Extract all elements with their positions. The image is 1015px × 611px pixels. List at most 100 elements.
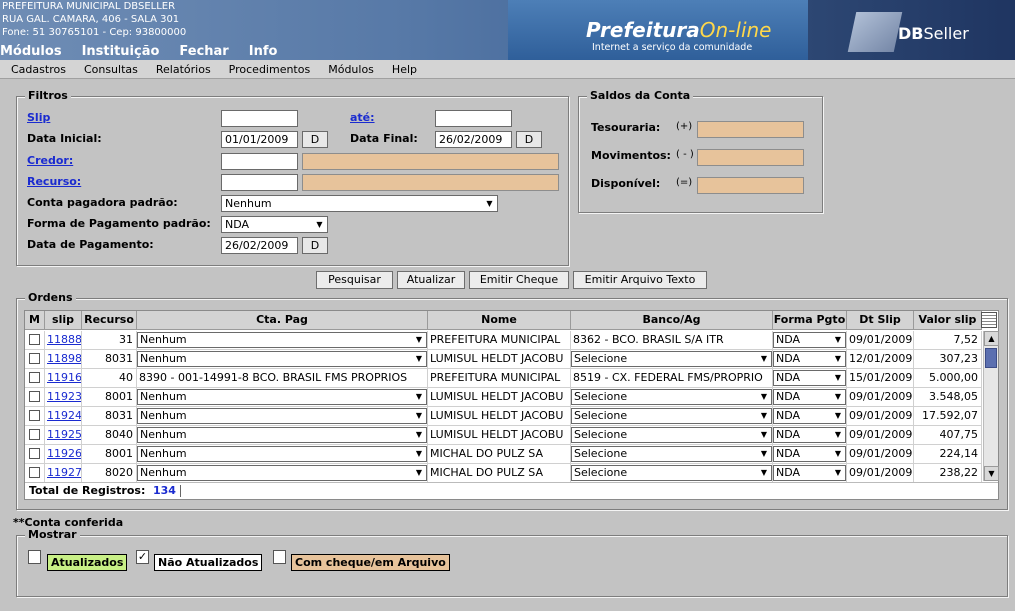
row-checkbox[interactable] bbox=[29, 353, 40, 364]
nome-cell: PREFEITURA MUNICIPAL bbox=[428, 369, 571, 388]
data-final-input[interactable]: 26/02/2009 bbox=[435, 131, 512, 148]
col-recurso-header[interactable]: Recurso bbox=[82, 311, 137, 330]
emitir-cheque-button[interactable]: Emitir Cheque bbox=[469, 271, 569, 289]
atualizar-button[interactable]: Atualizar bbox=[397, 271, 465, 289]
app-header: PREFEITURA MUNICIPAL DBSELLER RUA GAL. C… bbox=[0, 0, 1015, 60]
slip-link[interactable]: 11923 bbox=[47, 390, 81, 403]
submenu-relatorios[interactable]: Relatórios bbox=[156, 63, 211, 76]
slip-link[interactable]: 11888 bbox=[47, 333, 81, 346]
menu-instituicao[interactable]: Instituição bbox=[82, 44, 160, 59]
banco-ag-select[interactable]: Selecione ▼ bbox=[571, 427, 772, 443]
slip-link[interactable]: 11924 bbox=[47, 409, 81, 422]
forma-pagamento-select[interactable]: NDA ▼ bbox=[221, 216, 328, 233]
menu-modulos[interactable]: Módulos bbox=[0, 44, 62, 59]
forma-pgto-select[interactable]: NDA ▼ bbox=[773, 370, 846, 386]
scroll-up-icon[interactable]: ▲ bbox=[984, 331, 999, 346]
row-checkbox[interactable] bbox=[29, 391, 40, 402]
col-nome-header[interactable]: Nome bbox=[428, 311, 571, 330]
slip-link[interactable]: Slip bbox=[27, 111, 50, 124]
com-cheque-checkbox[interactable] bbox=[273, 550, 286, 564]
credor-code-input[interactable] bbox=[221, 153, 298, 170]
forma-pgto-select[interactable]: NDA ▼ bbox=[773, 427, 846, 443]
data-final-date-button[interactable]: D bbox=[516, 131, 542, 148]
brand-subtitle: Internet a serviço da comunidade bbox=[592, 42, 753, 53]
col-banco-ag-header[interactable]: Banco/Ag bbox=[571, 311, 773, 330]
slip-link[interactable]: 11927 bbox=[47, 466, 81, 479]
data-inicial-input[interactable]: 01/01/2009 bbox=[221, 131, 298, 148]
data-pagamento-input[interactable]: 26/02/2009 bbox=[221, 237, 298, 254]
banco-ag-select[interactable]: Selecione ▼ bbox=[571, 389, 772, 405]
nao-atualizados-checkbox[interactable]: ✓ bbox=[136, 550, 149, 564]
slip-link[interactable]: 11926 bbox=[47, 447, 81, 460]
scroll-down-icon[interactable]: ▼ bbox=[984, 466, 999, 481]
slip-to-input[interactable] bbox=[435, 110, 512, 127]
cta-pag-select[interactable]: Nenhum ▼ bbox=[137, 446, 427, 462]
nao-atualizados-check-mark: ✓ bbox=[137, 550, 148, 563]
col-slip-header[interactable]: slip bbox=[45, 311, 82, 330]
row-checkbox[interactable] bbox=[29, 410, 40, 421]
slip-link[interactable]: 11916 bbox=[47, 371, 81, 384]
cta-pag-select[interactable]: Nenhum ▼ bbox=[137, 408, 427, 424]
cta-pag-cell: 8390 - 001-14991-8 BCO. BRASIL FMS PROPR… bbox=[137, 369, 428, 388]
data-pagamento-date-button[interactable]: D bbox=[302, 237, 328, 254]
cta-pag-select[interactable]: Nenhum ▼ bbox=[137, 427, 427, 443]
conta-pagadora-label: Conta pagadora padrão: bbox=[27, 196, 178, 209]
credor-link[interactable]: Credor: bbox=[27, 154, 73, 167]
cta-pag-select[interactable]: Nenhum ▼ bbox=[137, 332, 427, 348]
submenu-modulos[interactable]: Módulos bbox=[328, 63, 374, 76]
cta-pag-value: Nenhum bbox=[140, 428, 187, 441]
banco-ag-select[interactable]: Selecione ▼ bbox=[571, 446, 772, 462]
submenu-cadastros[interactable]: Cadastros bbox=[11, 63, 66, 76]
table-scrollbar[interactable]: ▲ ▼ bbox=[983, 331, 999, 481]
row-checkbox[interactable] bbox=[29, 334, 40, 345]
dt-slip-cell: 09/01/2009 bbox=[847, 426, 914, 445]
forma-pgto-cell: NDA ▼ bbox=[773, 464, 847, 483]
slip-from-input[interactable] bbox=[221, 110, 298, 127]
row-checkbox[interactable] bbox=[29, 372, 40, 383]
col-m-header[interactable]: M bbox=[25, 311, 45, 330]
forma-pgto-select[interactable]: NDA ▼ bbox=[773, 351, 846, 367]
chevron-down-icon: ▼ bbox=[415, 449, 423, 458]
recurso-link[interactable]: Recurso: bbox=[27, 175, 81, 188]
valor-slip-cell: 17.592,07 bbox=[914, 407, 982, 426]
menu-info[interactable]: Info bbox=[249, 44, 278, 59]
forma-pgto-select[interactable]: NDA ▼ bbox=[773, 446, 846, 462]
column-chooser-icon[interactable] bbox=[981, 312, 997, 328]
chevron-down-icon: ▼ bbox=[760, 392, 768, 401]
data-inicial-date-button[interactable]: D bbox=[302, 131, 328, 148]
atualizados-checkbox[interactable] bbox=[28, 550, 41, 564]
scroll-thumb[interactable] bbox=[985, 348, 997, 368]
submenu-help[interactable]: Help bbox=[392, 63, 417, 76]
submenu-consultas[interactable]: Consultas bbox=[84, 63, 138, 76]
banco-ag-value: Selecione bbox=[574, 428, 628, 441]
valor-slip-cell: 238,22 bbox=[914, 464, 982, 483]
forma-pgto-select[interactable]: NDA ▼ bbox=[773, 465, 846, 481]
banco-ag-select[interactable]: Selecione ▼ bbox=[571, 465, 772, 481]
forma-pgto-cell: NDA ▼ bbox=[773, 331, 847, 350]
forma-pgto-select[interactable]: NDA ▼ bbox=[773, 389, 846, 405]
submenu-procedimentos[interactable]: Procedimentos bbox=[229, 63, 311, 76]
col-valor-slip-header[interactable]: Valor slip bbox=[914, 311, 982, 330]
cta-pag-select[interactable]: Nenhum ▼ bbox=[137, 465, 427, 481]
col-dt-slip-header[interactable]: Dt Slip bbox=[847, 311, 914, 330]
conta-pagadora-select[interactable]: Nenhum ▼ bbox=[221, 195, 498, 212]
recurso-code-input[interactable] bbox=[221, 174, 298, 191]
slip-link[interactable]: 11898 bbox=[47, 352, 81, 365]
forma-pgto-select[interactable]: NDA ▼ bbox=[773, 408, 846, 424]
menu-fechar[interactable]: Fechar bbox=[179, 44, 228, 59]
row-checkbox[interactable] bbox=[29, 429, 40, 440]
banco-ag-select[interactable]: Selecione ▼ bbox=[571, 351, 772, 367]
row-checkbox[interactable] bbox=[29, 467, 40, 478]
slip-link[interactable]: 11925 bbox=[47, 428, 81, 441]
banco-ag-select[interactable]: Selecione ▼ bbox=[571, 408, 772, 424]
emitir-arquivo-texto-button[interactable]: Emitir Arquivo Texto bbox=[573, 271, 707, 289]
row-checkbox[interactable] bbox=[29, 448, 40, 459]
cta-pag-select[interactable]: Nenhum ▼ bbox=[137, 389, 427, 405]
cta-pag-select[interactable]: Nenhum ▼ bbox=[137, 351, 427, 367]
row-select-cell bbox=[25, 369, 45, 388]
col-forma-pgto-header[interactable]: Forma Pgto bbox=[773, 311, 847, 330]
pesquisar-button[interactable]: Pesquisar bbox=[316, 271, 393, 289]
ate-link[interactable]: até: bbox=[350, 111, 375, 124]
forma-pgto-select[interactable]: NDA ▼ bbox=[773, 332, 846, 348]
col-cta-pag-header[interactable]: Cta. Pag bbox=[137, 311, 428, 330]
